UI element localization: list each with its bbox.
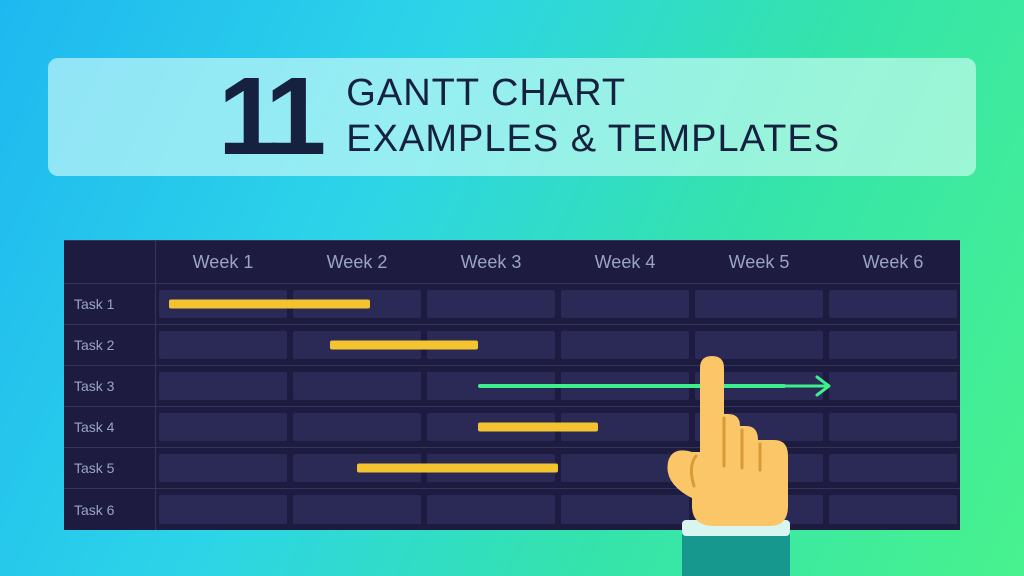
cells	[156, 366, 960, 406]
column-header: Week 2	[290, 252, 424, 273]
cells	[156, 325, 960, 365]
task-label: Task 5	[64, 448, 156, 488]
task-label: Task 2	[64, 325, 156, 365]
task-label: Task 1	[64, 284, 156, 324]
title-number: 11	[218, 62, 318, 172]
cell	[561, 290, 689, 318]
cell	[159, 454, 287, 482]
cell	[695, 290, 823, 318]
cell	[829, 331, 957, 359]
cell	[293, 495, 421, 524]
title-line1: GANTT CHART	[346, 71, 840, 117]
cell	[829, 290, 957, 318]
title-banner: 11 GANTT CHART EXAMPLES & TEMPLATES	[48, 58, 976, 176]
gantt-row: Task 1	[64, 284, 960, 325]
cell	[159, 495, 287, 524]
cell	[829, 454, 957, 482]
cells	[156, 448, 960, 488]
gantt-body: Task 1 Task 2 Task 3	[64, 284, 960, 530]
task-label: Task 4	[64, 407, 156, 447]
gantt-chart: Week 1 Week 2 Week 3 Week 4 Week 5 Week …	[64, 240, 960, 530]
column-header: Week 1	[156, 252, 290, 273]
gantt-row: Task 3	[64, 366, 960, 407]
gantt-row: Task 5	[64, 448, 960, 489]
title-text: GANTT CHART EXAMPLES & TEMPLATES	[346, 71, 840, 162]
cell	[427, 495, 555, 524]
gantt-header: Week 1 Week 2 Week 3 Week 4 Week 5 Week …	[64, 240, 960, 284]
column-header: Week 3	[424, 252, 558, 273]
cells	[156, 489, 960, 530]
pointing-hand-icon	[640, 356, 820, 576]
gantt-row: Task 6	[64, 489, 960, 530]
cell	[159, 331, 287, 359]
cell	[159, 413, 287, 441]
cells	[156, 407, 960, 447]
gantt-row: Task 2	[64, 325, 960, 366]
title-line2: EXAMPLES & TEMPLATES	[346, 117, 840, 163]
cell	[293, 413, 421, 441]
cell	[159, 372, 287, 400]
task-bar	[478, 423, 599, 432]
gantt-row: Task 4	[64, 407, 960, 448]
cells	[156, 284, 960, 324]
cell	[695, 331, 823, 359]
task-label: Task 3	[64, 366, 156, 406]
column-header: Week 6	[826, 252, 960, 273]
column-header: Week 5	[692, 252, 826, 273]
cell	[829, 413, 957, 441]
task-bar	[330, 341, 477, 350]
cell	[293, 372, 421, 400]
task-label: Task 6	[64, 489, 156, 530]
cell	[561, 331, 689, 359]
task-bar	[357, 464, 558, 473]
cell	[427, 290, 555, 318]
column-header: Week 4	[558, 252, 692, 273]
cell	[829, 495, 957, 524]
header-spacer	[64, 241, 156, 283]
cell	[829, 372, 957, 400]
task-bar	[169, 300, 370, 309]
